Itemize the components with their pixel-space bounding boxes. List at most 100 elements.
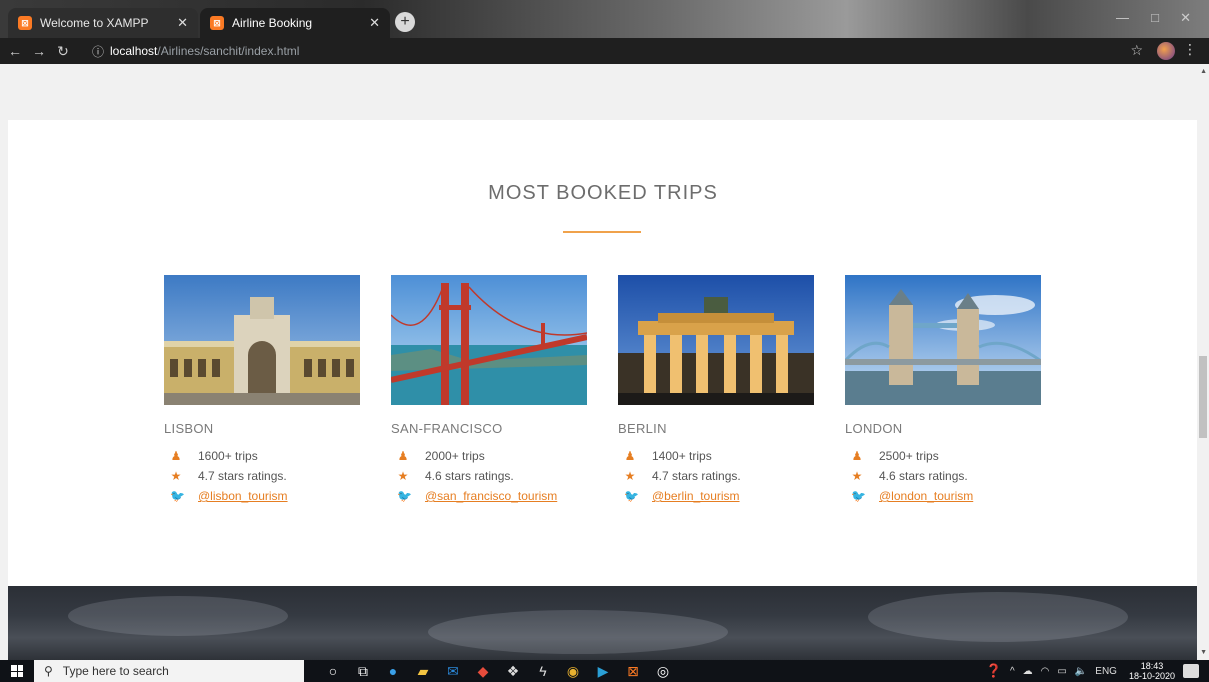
taskbar-search-box[interactable]: ⚲ Type here to search (34, 660, 304, 682)
lisbon-photo (164, 275, 360, 405)
window-close-icon[interactable]: ✕ (1180, 10, 1191, 26)
app-red-icon[interactable]: ◆ (468, 660, 498, 682)
trip-card-berlin: BERLIN ♟ 1400+ trips ★ 4.7 stars ratings. … (618, 275, 814, 506)
network-icon[interactable]: ☁ (1023, 666, 1033, 677)
cortana-icon[interactable]: ○ (318, 660, 348, 682)
maximize-icon[interactable]: □ (1151, 10, 1159, 25)
tab-title: Airline Booking (232, 16, 313, 30)
menu-kebab-icon[interactable]: ⋮ (1183, 41, 1197, 58)
trips-count: 2500+ trips (879, 449, 939, 463)
person-icon: ♟ (170, 449, 182, 463)
system-tray: ❓ ^ ☁ ◠ ▭ 🔈 ENG 18:43 18-10-2020 (982, 660, 1209, 682)
minimize-icon[interactable]: — (1116, 10, 1129, 25)
page-viewport: MOST BOOKED TRIPS LISBON ♟ 1600+ trips ★… (0, 64, 1209, 660)
list-item: 🐦 @london_tourism (845, 486, 1041, 506)
testimonials-banner (8, 586, 1198, 660)
forward-icon[interactable]: → (30, 43, 48, 59)
trip-card-san-francisco: SAN-FRANCISCO ♟ 2000+ trips ★ 4.6 stars ra… (391, 275, 587, 506)
cloud-shape (428, 610, 728, 654)
trip-card-london: LONDON ♟ 2500+ trips ★ 4.6 stars ratings. … (845, 275, 1041, 506)
tab-welcome-xampp[interactable]: ⊠ Welcome to XAMPP ✕ (8, 8, 198, 38)
app-swirl-icon[interactable]: ◎ (648, 660, 678, 682)
tab-close-icon[interactable]: ✕ (369, 15, 380, 31)
pinned-apps: ○ ⧉ ● ▰ ✉ ◆ ❖ ϟ ◉ ▶ ⊠ ◎ (318, 660, 678, 682)
xampp-favicon-icon: ⊠ (210, 16, 224, 30)
list-item: ★ 4.7 stars ratings. (164, 466, 360, 486)
tab-airline-booking[interactable]: ⊠ Airline Booking ✕ (200, 8, 390, 38)
twitter-handle-link[interactable]: @london_tourism (879, 489, 973, 503)
rating-text: 4.6 stars ratings. (879, 469, 968, 483)
berlin-photo (618, 275, 814, 405)
scroll-up-icon[interactable]: ▲ (1200, 68, 1207, 75)
start-button[interactable] (0, 660, 34, 682)
windows-taskbar: ⚲ Type here to search ○ ⧉ ● ▰ ✉ ◆ ❖ ϟ ◉ … (0, 660, 1209, 682)
info-icon[interactable]: ⓘ (92, 43, 104, 60)
app-play-icon[interactable]: ▶ (588, 660, 618, 682)
clock[interactable]: 18:43 18-10-2020 (1129, 661, 1175, 681)
rating-text: 4.7 stars ratings. (198, 469, 287, 483)
help-icon[interactable]: ❓ (986, 663, 1002, 679)
mail-icon[interactable]: ✉ (438, 660, 468, 682)
city-name: LONDON (845, 421, 903, 436)
scroll-thumb[interactable] (1199, 356, 1207, 438)
trip-stats-list: ♟ 2000+ trips ★ 4.6 stars ratings. 🐦 @san_f… (391, 446, 587, 506)
url-path: /Airlines/sanchit/index.html (157, 44, 300, 58)
list-item: ♟ 2500+ trips (845, 446, 1041, 466)
profile-avatar[interactable] (1157, 42, 1175, 60)
clock-date: 18-10-2020 (1128, 671, 1175, 681)
address-bar[interactable]: ⓘ localhost/Airlines/sanchit/index.html (92, 41, 1112, 61)
task-view-icon[interactable]: ⧉ (348, 660, 378, 682)
twitter-icon: 🐦 (851, 489, 866, 503)
new-tab-button[interactable]: + (395, 12, 415, 32)
list-item: ★ 4.7 stars ratings. (618, 466, 814, 486)
back-icon[interactable]: ← (6, 43, 24, 59)
wifi-icon[interactable]: ◠ (1041, 666, 1050, 677)
trip-stats-list: ♟ 1600+ trips ★ 4.7 stars ratings. 🐦 @lisbo… (164, 446, 360, 506)
rating-text: 4.7 stars ratings. (652, 469, 741, 483)
tab-title: Welcome to XAMPP (40, 16, 149, 30)
cloud-shape (868, 592, 1128, 642)
bookmark-star-icon[interactable]: ☆ (1130, 42, 1143, 59)
twitter-icon: 🐦 (397, 489, 412, 503)
section-title: MOST BOOKED TRIPS (488, 182, 718, 204)
trips-count: 2000+ trips (425, 449, 485, 463)
app-bolt-icon[interactable]: ϟ (528, 660, 558, 682)
chevron-up-icon[interactable]: ^ (1010, 666, 1015, 677)
windows-logo-icon (11, 665, 23, 677)
twitter-handle-link[interactable]: @san_francisco_tourism (425, 489, 557, 503)
list-item: ♟ 2000+ trips (391, 446, 587, 466)
star-icon: ★ (851, 469, 863, 483)
trips-count: 1400+ trips (652, 449, 712, 463)
reload-icon[interactable]: ↻ (54, 43, 72, 60)
person-icon: ♟ (851, 449, 863, 463)
trip-stats-list: ♟ 2500+ trips ★ 4.6 stars ratings. 🐦 @londo… (845, 446, 1041, 506)
file-explorer-icon[interactable]: ▰ (408, 660, 438, 682)
chrome-icon[interactable]: ◉ (558, 660, 588, 682)
language-indicator[interactable]: ENG (1095, 666, 1117, 677)
city-name: SAN-FRANCISCO (391, 421, 503, 436)
edge-icon[interactable]: ● (378, 660, 408, 682)
tab-close-icon[interactable]: ✕ (177, 15, 188, 31)
volume-icon[interactable]: 🔈 (1075, 666, 1087, 677)
xampp-favicon-icon: ⊠ (18, 16, 32, 30)
xampp-icon[interactable]: ⊠ (618, 660, 648, 682)
twitter-icon: 🐦 (170, 489, 185, 503)
twitter-handle-link[interactable]: @berlin_tourism (652, 489, 740, 503)
trips-count: 1600+ trips (198, 449, 258, 463)
browser-toolbar: ← → ↻ ⓘ localhost/Airlines/sanchit/index… (0, 38, 1209, 64)
browser-tab-strip: ⊠ Welcome to XAMPP ✕ ⊠ Airline Booking ✕… (0, 0, 1209, 38)
list-item: 🐦 @berlin_tourism (618, 486, 814, 506)
trip-stats-list: ♟ 1400+ trips ★ 4.7 stars ratings. 🐦 @berli… (618, 446, 814, 506)
notification-icon[interactable] (1183, 664, 1199, 678)
list-item: 🐦 @san_francisco_tourism (391, 486, 587, 506)
star-icon: ★ (624, 469, 636, 483)
page-scrollbar[interactable]: ▲ ▼ (1197, 64, 1209, 660)
rating-text: 4.6 stars ratings. (425, 469, 514, 483)
dropbox-icon[interactable]: ❖ (498, 660, 528, 682)
url-host: localhost (110, 44, 158, 58)
battery-icon[interactable]: ▭ (1057, 666, 1066, 677)
person-icon: ♟ (624, 449, 636, 463)
twitter-handle-link[interactable]: @lisbon_tourism (198, 489, 288, 503)
san-francisco-photo (391, 275, 587, 405)
scroll-down-icon[interactable]: ▼ (1200, 649, 1207, 656)
